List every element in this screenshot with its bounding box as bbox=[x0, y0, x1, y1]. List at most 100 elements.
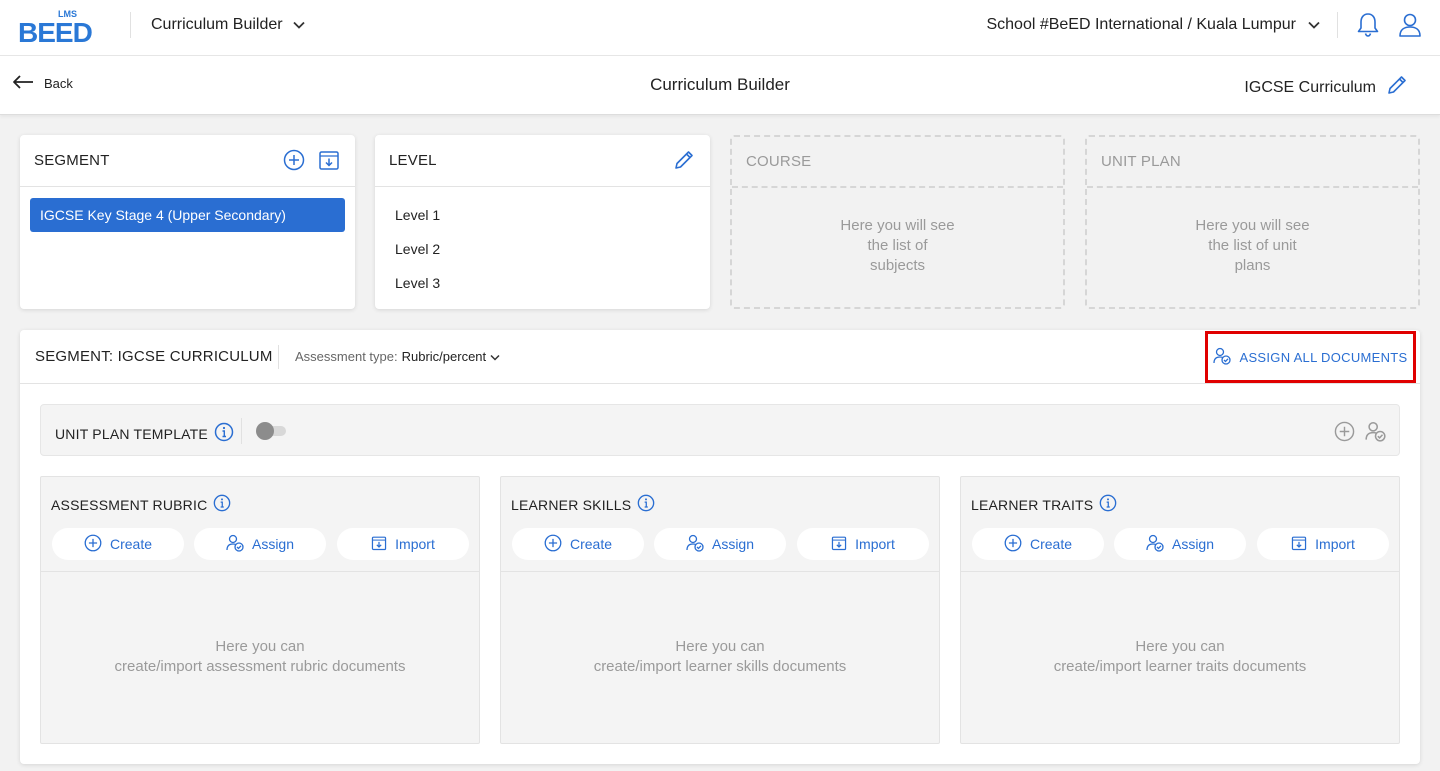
add-segment-icon[interactable] bbox=[282, 148, 306, 172]
import-segment-icon[interactable] bbox=[317, 148, 341, 172]
import-icon bbox=[1291, 535, 1307, 554]
column-header: LEARNER TRAITS Create Assign Import bbox=[961, 477, 1399, 572]
column-header: LEARNER SKILLS Create Assign Import bbox=[501, 477, 939, 572]
unit-plan-placeholder: Here you will see the list of unit plans bbox=[1087, 216, 1418, 276]
course-placeholder: Here you will see the list of subjects bbox=[732, 216, 1063, 276]
segment-detail-panel: SEGMENT: IGCSE CURRICULUM Assessment typ… bbox=[20, 330, 1420, 764]
import-label: Import bbox=[855, 536, 895, 552]
segment-item[interactable]: IGCSE Key Stage 4 (Upper Secondary) bbox=[30, 198, 345, 232]
column-empty-state: Here you can create/import assessment ru… bbox=[41, 637, 479, 677]
level-item[interactable]: Level 2 bbox=[395, 241, 440, 257]
learner-skills-column: LEARNER SKILLS Create Assign Import Here… bbox=[500, 476, 940, 744]
unit-plan-template-bar: UNIT PLAN TEMPLATE bbox=[40, 404, 1400, 456]
import-button[interactable]: Import bbox=[1257, 528, 1389, 560]
chevron-down-icon bbox=[490, 349, 500, 364]
assign-template-icon[interactable] bbox=[1364, 420, 1386, 442]
column-header: ASSESSMENT RUBRIC Create Assign Import bbox=[41, 477, 479, 572]
info-icon[interactable] bbox=[637, 494, 655, 515]
assessment-type-value: Rubric/percent bbox=[401, 349, 487, 364]
assign-all-label: ASSIGN ALL DOCUMENTS bbox=[1239, 349, 1408, 365]
assign-button[interactable]: Assign bbox=[654, 528, 786, 560]
school-name: School #BeED International / Kuala Lumpu… bbox=[986, 16, 1296, 33]
app-switcher-dropdown[interactable]: Curriculum Builder bbox=[151, 14, 305, 36]
column-title: LEARNER TRAITS bbox=[971, 494, 1117, 515]
unit-plan-card: UNIT PLAN Here you will see the list of … bbox=[1085, 135, 1420, 309]
divider bbox=[241, 418, 242, 444]
column-title-text: LEARNER TRAITS bbox=[971, 496, 1094, 513]
column-empty-state: Here you can create/import learner skill… bbox=[501, 637, 939, 677]
column-title-text: LEARNER SKILLS bbox=[511, 496, 632, 513]
segment-detail-header: SEGMENT: IGCSE CURRICULUM Assessment typ… bbox=[20, 330, 1420, 384]
assessment-type-label: Assessment type: bbox=[295, 349, 398, 364]
beed-logo[interactable]: LMS BEED bbox=[18, 9, 94, 48]
curriculum-name-label: IGCSE Curriculum bbox=[1244, 78, 1376, 96]
placeholder-line: subjects bbox=[869, 257, 926, 274]
chevron-down-icon bbox=[1308, 16, 1320, 34]
bell-icon[interactable] bbox=[1355, 12, 1381, 38]
create-button[interactable]: Create bbox=[52, 528, 184, 560]
unit-plan-card-header: UNIT PLAN bbox=[1087, 137, 1418, 188]
assign-button[interactable]: Assign bbox=[1114, 528, 1246, 560]
level-item[interactable]: Level 3 bbox=[395, 275, 440, 291]
plus-circle-icon bbox=[84, 534, 102, 555]
top-bar: LMS BEED Curriculum Builder School #BeED… bbox=[0, 0, 1440, 56]
assessment-rubric-column: ASSESSMENT RUBRIC Create Assign Import H… bbox=[40, 476, 480, 744]
level-card-header: LEVEL bbox=[375, 135, 710, 187]
placeholder-line: plans bbox=[1234, 257, 1271, 274]
create-label: Create bbox=[569, 536, 613, 552]
school-switcher-dropdown[interactable]: School #BeED International / Kuala Lumpu… bbox=[986, 14, 1320, 36]
divider bbox=[1337, 12, 1338, 38]
unit-plan-template-label: UNIT PLAN TEMPLATE bbox=[55, 422, 234, 445]
import-button[interactable]: Import bbox=[337, 528, 469, 560]
info-icon[interactable] bbox=[214, 422, 234, 445]
create-label: Create bbox=[1029, 536, 1073, 552]
import-label: Import bbox=[1315, 536, 1355, 552]
segment-detail-title: SEGMENT: IGCSE CURRICULUM bbox=[35, 348, 273, 365]
toggle-knob bbox=[256, 422, 274, 440]
column-title: LEARNER SKILLS bbox=[511, 494, 655, 515]
empty-line: Here you can bbox=[675, 638, 765, 655]
unit-plan-template-toggle[interactable] bbox=[256, 421, 288, 441]
course-card-header: COURSE bbox=[732, 137, 1063, 188]
placeholder-line: the list of unit bbox=[1208, 237, 1297, 254]
info-icon[interactable] bbox=[213, 494, 231, 515]
divider bbox=[130, 12, 131, 38]
assign-label: Assign bbox=[251, 536, 295, 552]
page-header: Back Curriculum Builder IGCSE Curriculum bbox=[0, 56, 1440, 115]
create-button[interactable]: Create bbox=[512, 528, 644, 560]
level-item[interactable]: Level 1 bbox=[395, 207, 440, 223]
assign-button[interactable]: Assign bbox=[194, 528, 326, 560]
segment-card: SEGMENT IGCSE Key Stage 4 (Upper Seconda… bbox=[20, 135, 355, 309]
empty-line: Here you can bbox=[215, 638, 305, 655]
curriculum-name: IGCSE Curriculum bbox=[1244, 74, 1408, 101]
import-icon bbox=[831, 535, 847, 554]
assign-label: Assign bbox=[1171, 536, 1215, 552]
import-button[interactable]: Import bbox=[797, 528, 929, 560]
empty-line: create/import learner traits documents bbox=[1053, 658, 1307, 675]
course-card-title: COURSE bbox=[746, 153, 812, 170]
import-icon bbox=[371, 535, 387, 554]
placeholder-line: the list of bbox=[867, 237, 928, 254]
column-empty-state: Here you can create/import learner trait… bbox=[961, 637, 1399, 677]
import-label: Import bbox=[395, 536, 435, 552]
info-icon[interactable] bbox=[1099, 494, 1117, 515]
course-card: COURSE Here you will see the list of sub… bbox=[730, 135, 1065, 309]
assign-user-icon bbox=[226, 534, 244, 555]
level-card-title: LEVEL bbox=[389, 152, 437, 169]
assign-label: Assign bbox=[711, 536, 755, 552]
add-template-icon[interactable] bbox=[1333, 420, 1355, 442]
user-icon[interactable] bbox=[1397, 11, 1423, 39]
create-button[interactable]: Create bbox=[972, 528, 1104, 560]
assessment-type-dropdown[interactable]: Assessment type: Rubric/percent bbox=[295, 349, 500, 364]
segment-card-title: SEGMENT bbox=[34, 152, 110, 169]
pencil-icon[interactable] bbox=[1386, 74, 1408, 101]
empty-line: create/import learner skills documents bbox=[593, 658, 847, 675]
edit-level-pencil-icon[interactable] bbox=[672, 148, 696, 172]
chevron-down-icon bbox=[292, 16, 305, 34]
page-title: Curriculum Builder bbox=[650, 75, 790, 94]
plus-circle-icon bbox=[544, 534, 562, 555]
assign-all-documents-button[interactable]: ASSIGN ALL DOCUMENTS bbox=[1205, 331, 1416, 383]
empty-line: Here you can bbox=[1135, 638, 1225, 655]
empty-line: create/import assessment rubric document… bbox=[114, 658, 406, 675]
assign-user-icon bbox=[1146, 534, 1164, 555]
